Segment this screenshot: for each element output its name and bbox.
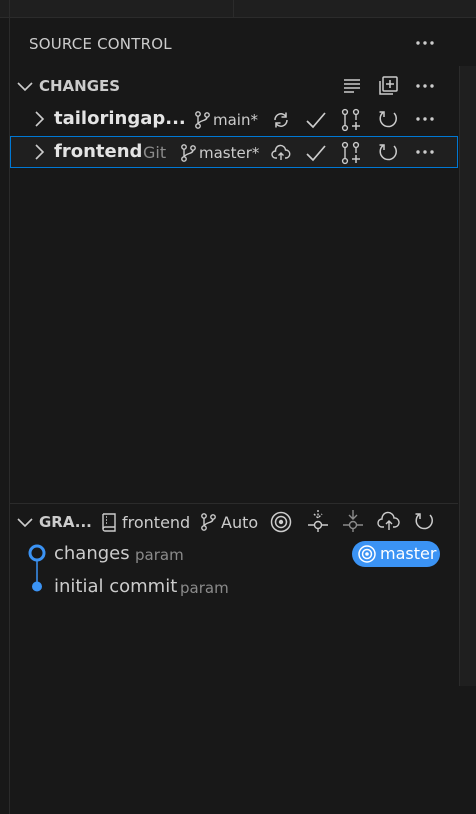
branch-name[interactable]: main*: [213, 111, 258, 129]
sync-icon[interactable]: [271, 110, 291, 130]
repository-name[interactable]: frontend: [54, 141, 142, 162]
repository-book-icon[interactable]: [100, 512, 118, 532]
git-branch-icon[interactable]: [199, 512, 217, 532]
graph-lane: [28, 544, 48, 594]
pull-request-icon[interactable]: [340, 107, 364, 133]
branch-ref-badge[interactable]: master: [352, 541, 440, 567]
add-repository-icon[interactable]: [377, 75, 399, 97]
ellipsis-icon[interactable]: [414, 143, 436, 161]
commit-check-icon[interactable]: [305, 142, 327, 164]
panel-title: SOURCE CONTROL: [29, 35, 172, 53]
activity-edge: [0, 18, 10, 814]
repository-name[interactable]: tailoringap...: [54, 108, 186, 129]
section-divider: [10, 503, 458, 504]
list-flat-icon[interactable]: [341, 76, 363, 96]
chevron-right-icon[interactable]: [32, 110, 46, 128]
changes-section-label[interactable]: CHANGES: [39, 77, 120, 95]
target-icon[interactable]: [269, 510, 293, 534]
repository-type: Git: [143, 143, 167, 162]
refresh-icon[interactable]: [377, 141, 399, 163]
pull-icon[interactable]: [341, 508, 365, 534]
commit-check-icon[interactable]: [305, 109, 327, 131]
refresh-icon[interactable]: [377, 108, 399, 130]
chevron-down-icon[interactable]: [16, 514, 34, 530]
git-branch-icon[interactable]: [179, 143, 197, 163]
commit-message[interactable]: changes: [54, 543, 130, 564]
graph-repo-name[interactable]: frontend: [122, 513, 190, 532]
chevron-down-icon[interactable]: [16, 78, 34, 94]
commit-author: param: [135, 546, 184, 564]
push-cloud-icon[interactable]: [377, 510, 401, 532]
chevron-right-icon[interactable]: [32, 143, 46, 161]
graph-branch-mode[interactable]: Auto: [221, 513, 258, 532]
pull-request-icon[interactable]: [340, 140, 364, 166]
strip-divider: [9, 0, 10, 17]
refresh-icon[interactable]: [413, 510, 435, 532]
git-branch-icon[interactable]: [193, 110, 211, 130]
strip-divider: [233, 0, 234, 17]
ellipsis-icon[interactable]: [414, 34, 436, 52]
top-strip: [0, 0, 476, 18]
graph-section-label[interactable]: GRA...: [39, 513, 92, 531]
ellipsis-icon[interactable]: [414, 77, 436, 95]
target-icon: [357, 544, 377, 564]
commit-message[interactable]: initial commit: [54, 576, 177, 597]
editor-edge: [459, 66, 476, 686]
commit-author: param: [180, 579, 229, 597]
branch-ref-label: master: [380, 544, 437, 563]
fetch-icon[interactable]: [306, 508, 330, 534]
branch-name[interactable]: master*: [199, 144, 259, 162]
publish-cloud-icon[interactable]: [271, 143, 291, 163]
ellipsis-icon[interactable]: [414, 110, 436, 128]
